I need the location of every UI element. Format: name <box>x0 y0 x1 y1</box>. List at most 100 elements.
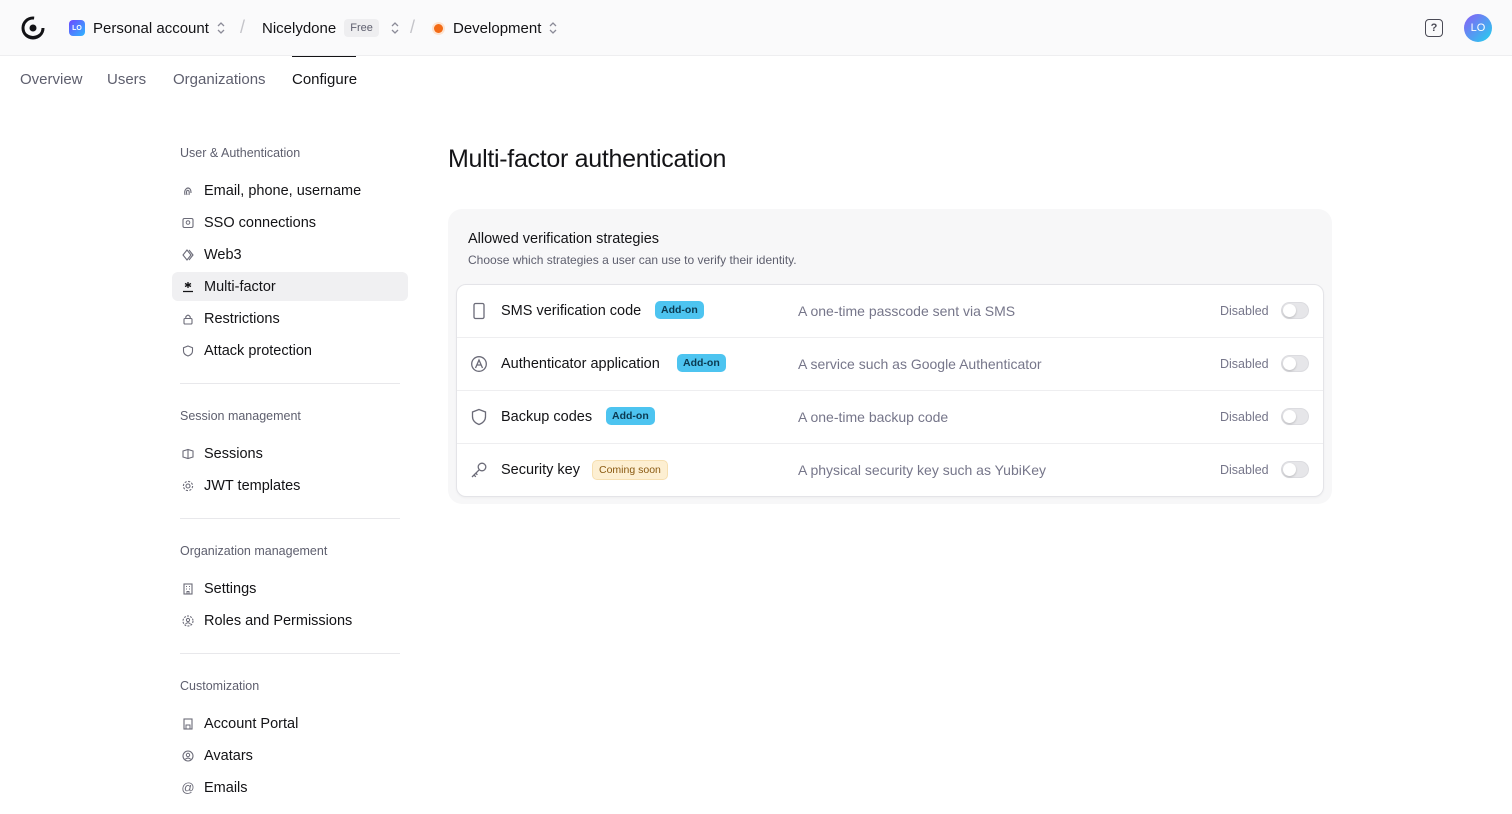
help-icon[interactable]: ? <box>1425 19 1443 37</box>
toggle-knob <box>1283 357 1296 370</box>
sidebar-item-multi-factor[interactable]: Multi-factor <box>172 272 408 301</box>
strategy-row-backup-codes: Backup codes Add-on A one-time backup co… <box>457 391 1323 444</box>
user-avatar[interactable]: LO <box>1464 14 1492 42</box>
tab-organizations[interactable]: Organizations <box>173 71 266 88</box>
strategy-name: Backup codes <box>501 409 593 425</box>
sidebar-divider <box>180 653 400 654</box>
sidebar-item-label: Roles and Permissions <box>204 612 353 629</box>
gear-icon <box>182 480 194 492</box>
app-switcher[interactable]: Nicelydone Free <box>262 0 399 56</box>
sidebar-item-label: Web3 <box>204 246 242 263</box>
building-icon <box>182 582 194 595</box>
breadcrumb-separator: / <box>240 17 246 37</box>
strategy-description: A service such as Google Authenticator <box>798 356 1042 372</box>
sidebar-item-settings[interactable]: Settings <box>172 574 408 603</box>
strategy-name: SMS verification code <box>501 303 642 319</box>
chevron-up-down-icon <box>217 22 225 34</box>
page-title: Multi-factor authentication <box>448 145 727 173</box>
sidebar-item-label: Multi-factor <box>204 278 276 295</box>
backup-codes-toggle[interactable] <box>1281 408 1309 425</box>
instance-label: Development <box>453 19 542 37</box>
sidebar-item-restrictions[interactable]: Restrictions <box>172 304 408 333</box>
sidebar-item-label: Emails <box>204 779 248 796</box>
sidebar-item-label: Settings <box>204 580 257 597</box>
sidebar-item-sso-connections[interactable]: SSO connections <box>172 208 408 237</box>
sidebar-item-web3[interactable]: Web3 <box>172 240 408 269</box>
web3-icon <box>182 248 194 261</box>
session-icon <box>182 448 194 460</box>
strategy-status: Disabled <box>1220 357 1269 371</box>
strategy-row-authenticator: Authenticator application Add-on A servi… <box>457 338 1323 391</box>
strategy-description: A physical security key such as YubiKey <box>798 462 1046 478</box>
sidebar-divider <box>180 518 400 519</box>
sidebar-section-title: Customization <box>180 679 260 693</box>
phone-icon <box>473 302 485 320</box>
sidebar-item-label: Account Portal <box>204 715 299 732</box>
authenticator-toggle[interactable] <box>1281 355 1309 372</box>
sidebar-section-title: Session management <box>180 409 301 423</box>
toggle-knob <box>1283 463 1296 476</box>
account-label: Personal account <box>93 19 209 37</box>
strategy-name: Security key <box>501 462 580 478</box>
sidebar-item-label: JWT templates <box>204 477 301 494</box>
main-tabs: Overview Users Organizations Configure <box>0 57 1512 103</box>
sidebar-item-label: Email, phone, username <box>204 182 362 199</box>
tab-users[interactable]: Users <box>107 71 146 88</box>
authenticator-icon <box>471 356 487 372</box>
strategy-row-security-key: Security key Coming soon A physical secu… <box>457 444 1323 497</box>
sidebar-item-roles-and-permissions[interactable]: Roles and Permissions <box>172 606 408 635</box>
sms-toggle[interactable] <box>1281 302 1309 319</box>
app-logo-icon[interactable] <box>21 16 45 40</box>
tab-configure[interactable]: Configure <box>292 71 357 88</box>
key-icon <box>471 462 487 478</box>
app-label: Nicelydone <box>262 19 337 37</box>
security-key-toggle[interactable] <box>1281 461 1309 478</box>
addon-badge: Add-on <box>677 354 726 372</box>
sidebar-section-title: User & Authentication <box>180 146 301 160</box>
portal-icon <box>182 717 194 730</box>
sidebar-item-jwt-templates[interactable]: JWT templates <box>172 471 408 500</box>
sidebar-item-label: Attack protection <box>204 342 312 359</box>
roles-icon <box>182 614 194 627</box>
sidebar-item-account-portal[interactable]: Account Portal <box>172 709 408 738</box>
fingerprint-icon <box>182 185 194 197</box>
strategy-description: A one-time backup code <box>798 409 949 425</box>
sidebar-item-attack-protection[interactable]: Attack protection <box>172 336 408 365</box>
coming-soon-badge: Coming soon <box>592 460 668 480</box>
card-subtitle: Choose which strategies a user can use t… <box>468 253 797 267</box>
plan-badge: Free <box>344 19 379 37</box>
addon-badge: Add-on <box>606 407 655 425</box>
sidebar-divider <box>180 383 400 384</box>
strategy-row-sms: SMS verification code Add-on A one-time … <box>457 285 1323 338</box>
sso-icon <box>182 217 194 229</box>
sidebar-item-label: Restrictions <box>204 310 280 327</box>
strategy-status: Disabled <box>1220 463 1269 477</box>
sidebar-item-email-phone-username[interactable]: Email, phone, username <box>172 176 408 205</box>
shield-icon <box>182 344 194 357</box>
tab-overview[interactable]: Overview <box>20 71 83 88</box>
active-tab-indicator <box>292 56 356 57</box>
breadcrumb-separator: / <box>410 17 416 37</box>
chevron-up-down-icon <box>391 22 399 34</box>
strategy-description: A one-time passcode sent via SMS <box>798 303 1016 319</box>
strategies-list: SMS verification code Add-on A one-time … <box>456 284 1324 497</box>
card-title: Allowed verification strategies <box>468 231 660 247</box>
instance-switcher[interactable]: Development <box>434 0 557 56</box>
sidebar-item-label: SSO connections <box>204 214 317 231</box>
top-bar: LO Personal account / Nicelydone Free / … <box>0 0 1512 56</box>
account-avatar: LO <box>69 20 85 36</box>
account-switcher[interactable]: LO Personal account <box>69 0 225 56</box>
at-icon: @ <box>181 780 195 795</box>
sidebar-item-label: Sessions <box>204 445 263 462</box>
avatar-icon <box>182 749 194 762</box>
sidebar-section-title: Organization management <box>180 544 328 558</box>
sidebar-item-avatars[interactable]: Avatars <box>172 741 408 770</box>
shield-icon <box>471 408 487 426</box>
instance-status-dot <box>434 23 443 33</box>
toggle-knob <box>1283 304 1296 317</box>
sidebar-item-emails[interactable]: @ Emails <box>172 773 408 802</box>
chevron-up-down-icon <box>549 22 557 34</box>
strategy-status: Disabled <box>1220 410 1269 424</box>
sidebar-item-sessions[interactable]: Sessions <box>172 439 408 468</box>
strategy-status: Disabled <box>1220 304 1269 318</box>
